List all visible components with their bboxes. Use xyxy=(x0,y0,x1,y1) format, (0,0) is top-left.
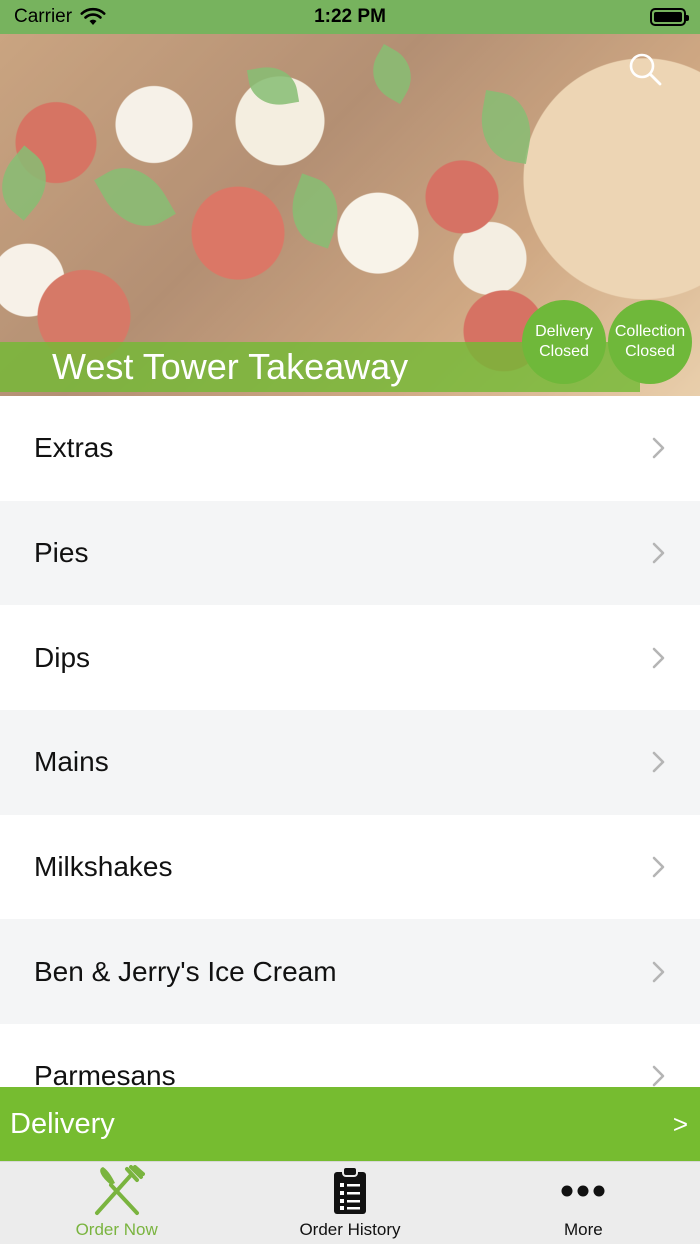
battery-icon xyxy=(650,8,689,26)
tab-label: Order History xyxy=(299,1220,401,1239)
menu-item-label: Parmesans xyxy=(34,1060,176,1087)
delivery-badge-line1: Delivery xyxy=(535,323,593,340)
screen: Carrier 1:22 PM West Tower Takeaway Deli… xyxy=(0,0,700,1244)
restaurant-title: West Tower Takeaway xyxy=(52,346,409,387)
menu-item-parmesans[interactable]: Parmesans xyxy=(0,1024,700,1087)
delivery-mode-label: Delivery xyxy=(10,1107,115,1140)
chevron-right-icon xyxy=(652,1066,665,1087)
search-icon[interactable] xyxy=(628,52,662,86)
more-dots-icon xyxy=(561,1165,605,1217)
delivery-mode-bar[interactable]: Delivery > xyxy=(0,1087,700,1161)
tab-order-history[interactable]: Order History xyxy=(233,1162,466,1244)
menu-item-label: Pies xyxy=(34,537,89,569)
tab-order-now[interactable]: Order Now xyxy=(0,1162,233,1244)
collection-status-badge: Collection Closed xyxy=(608,300,692,384)
menu-item-label: Extras xyxy=(34,432,114,464)
menu-item-label: Milkshakes xyxy=(34,851,173,883)
clipboard-list-icon xyxy=(332,1165,368,1217)
chevron-right-icon xyxy=(652,961,665,983)
wifi-icon xyxy=(80,7,106,25)
delivery-status-badge: Delivery Closed xyxy=(522,300,606,384)
chevron-right-icon xyxy=(652,438,665,459)
delivery-arrow-icon: > xyxy=(672,1108,688,1139)
tab-label: More xyxy=(563,1220,603,1239)
tab-more[interactable]: More xyxy=(467,1162,700,1244)
hero-banner: West Tower Takeaway Delivery Closed Coll… xyxy=(0,34,700,396)
menu-item-mains[interactable]: Mains xyxy=(0,710,700,815)
delivery-badge-line2: Closed xyxy=(539,343,589,360)
menu-item-label: Dips xyxy=(34,641,91,673)
menu-item-pies[interactable]: Pies xyxy=(0,500,700,606)
chevron-right-icon xyxy=(652,647,665,669)
menu-item-ben-jerrys[interactable]: Ben & Jerry's Ice Cream xyxy=(0,919,700,1025)
carrier-label: Carrier xyxy=(14,6,73,27)
fork-knife-icon xyxy=(89,1165,145,1217)
battery-fill xyxy=(654,12,682,22)
status-left: Carrier xyxy=(14,6,106,28)
menu-item-dips[interactable]: Dips xyxy=(0,605,700,711)
tab-label: Order Now xyxy=(75,1220,158,1239)
collection-badge-line2: Closed xyxy=(625,343,675,360)
menu-item-extras[interactable]: Extras xyxy=(0,396,700,501)
chevron-right-icon xyxy=(652,752,665,773)
menu-item-label: Mains xyxy=(34,746,109,778)
status-bar: Carrier 1:22 PM xyxy=(0,0,700,34)
tab-bar: Order Now Order History More xyxy=(0,1161,700,1244)
menu-item-label: Ben & Jerry's Ice Cream xyxy=(34,955,337,987)
collection-badge-line1: Collection xyxy=(614,323,686,340)
chevron-right-icon xyxy=(652,856,665,878)
chevron-right-icon xyxy=(652,542,665,564)
menu-category-list: Extras Pies Dips Mains Milkshakes Ben & … xyxy=(0,396,700,1087)
menu-item-milkshakes[interactable]: Milkshakes xyxy=(0,814,700,920)
